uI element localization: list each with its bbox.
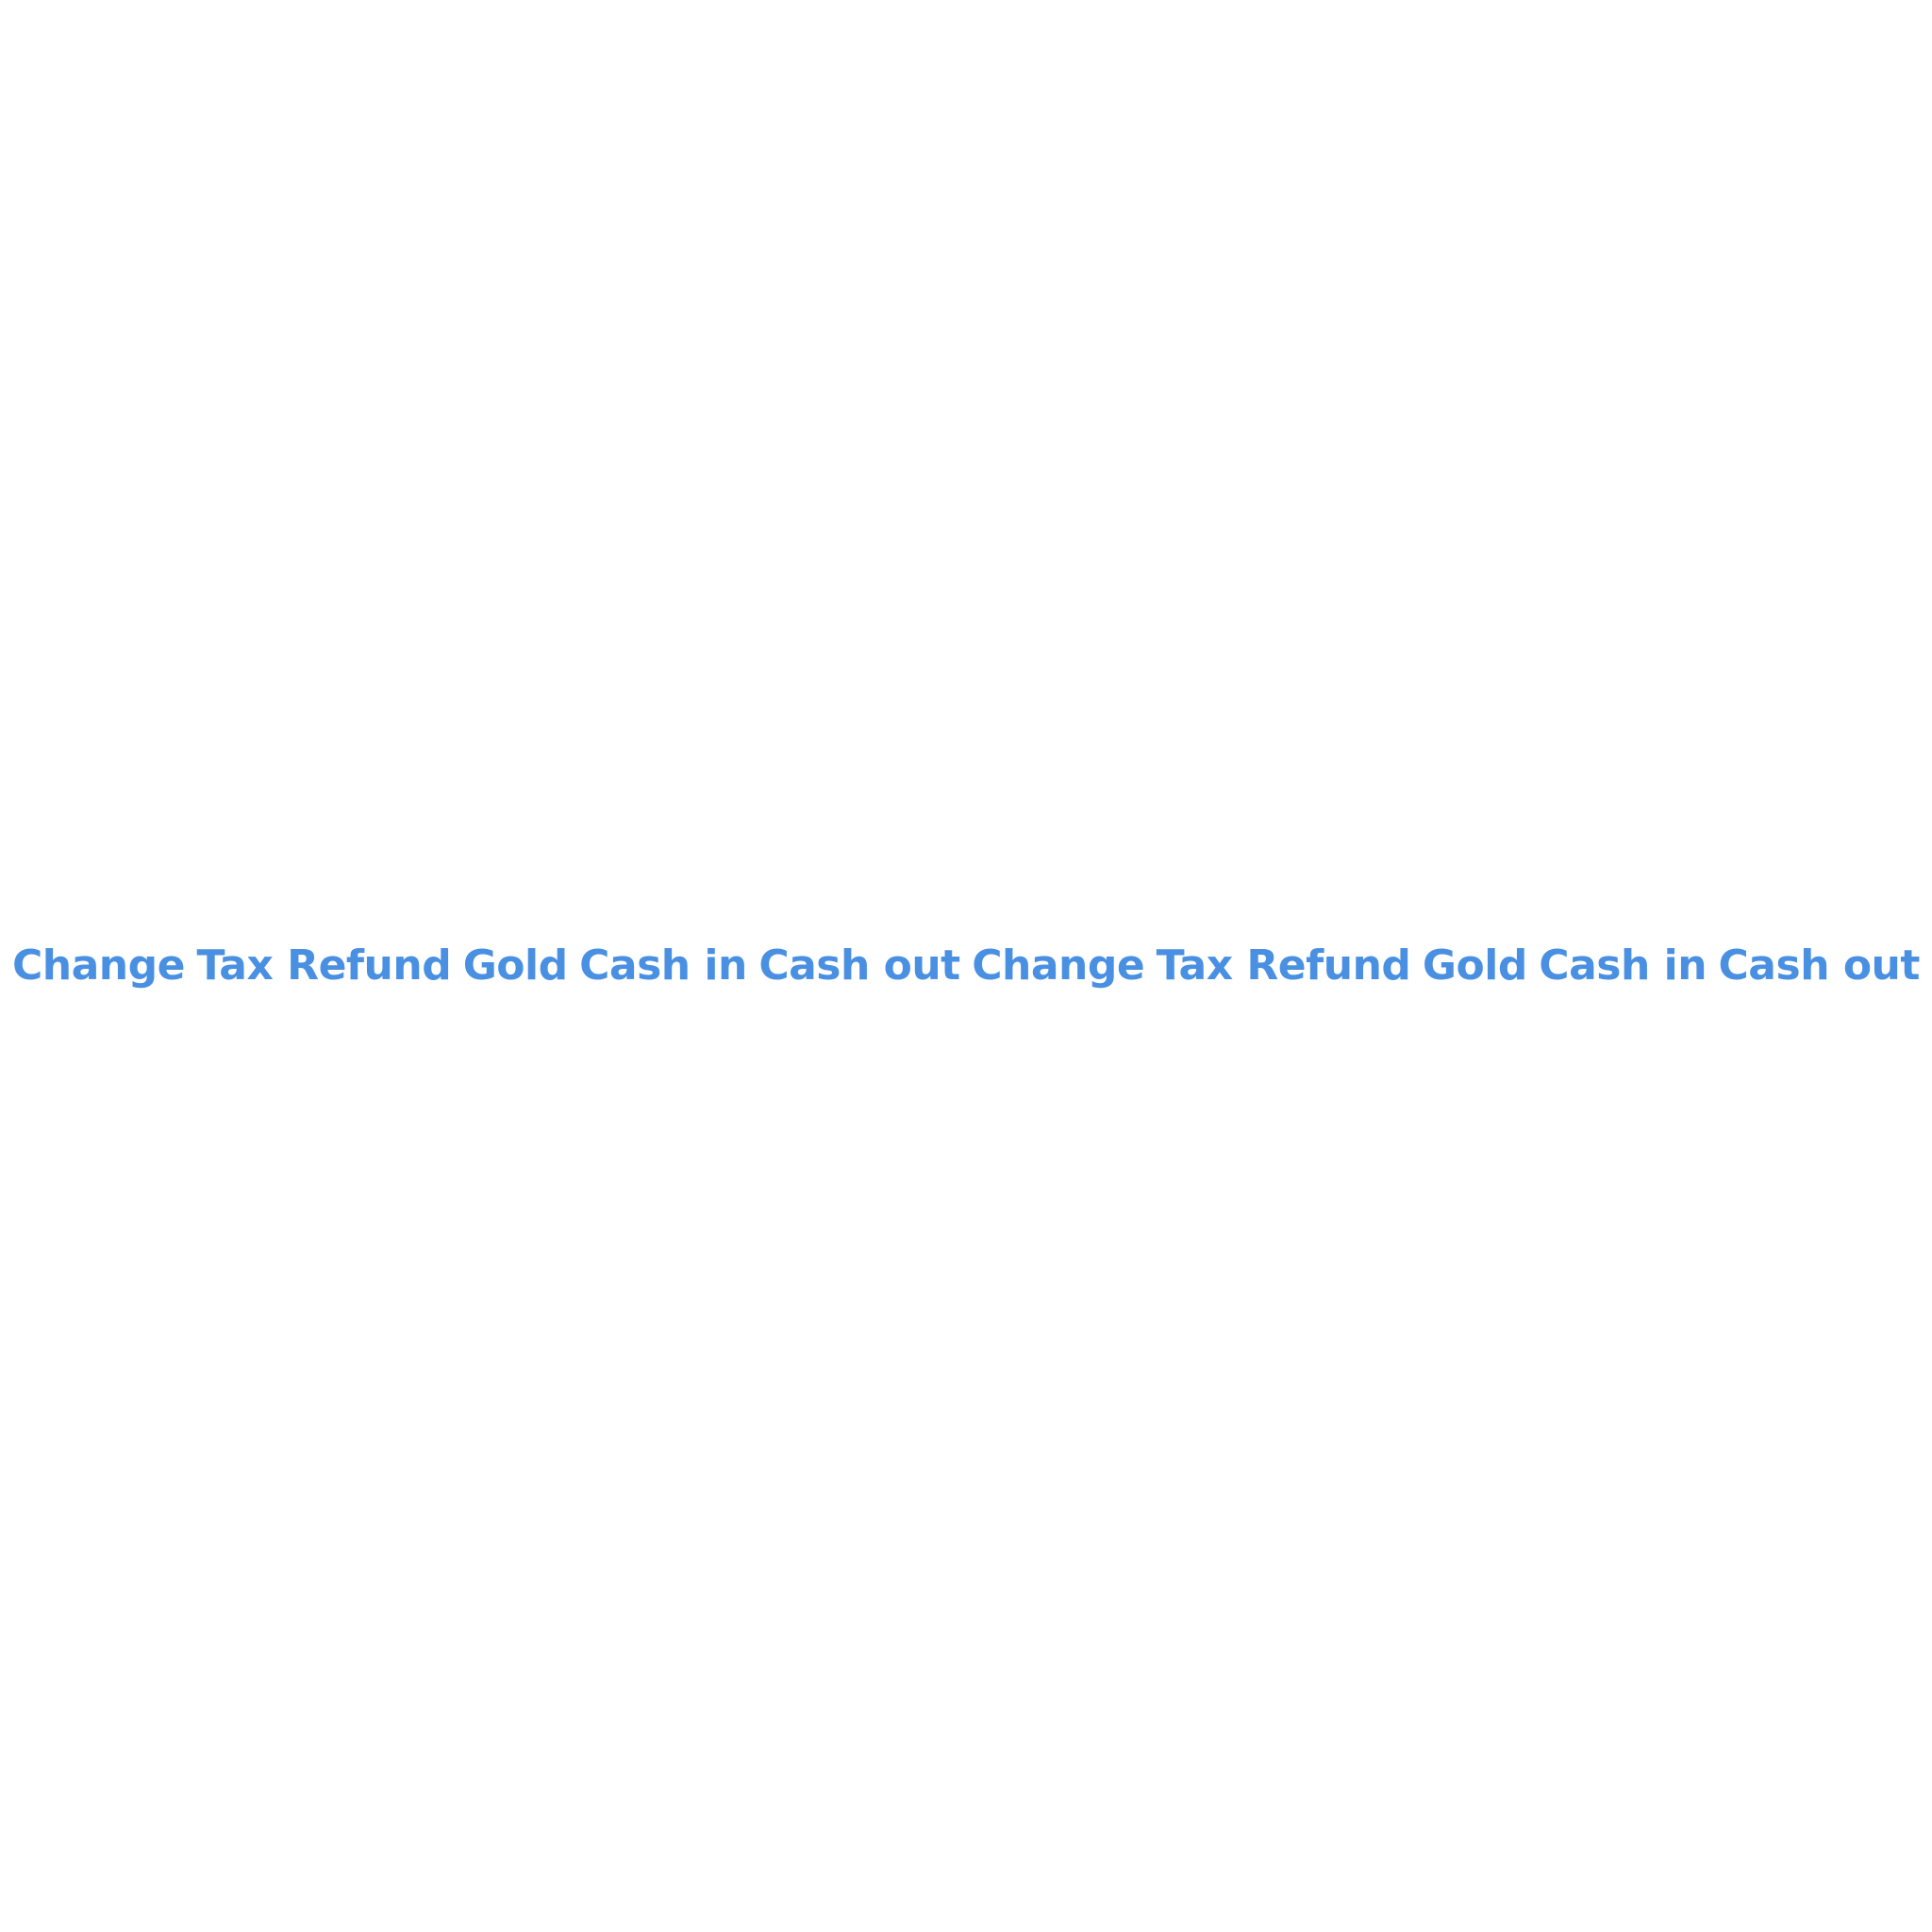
tag-tax-refund[interactable]: Tax Refund [196, 943, 451, 989]
tag-change[interactable]: Change [972, 943, 1144, 989]
tag-gold[interactable]: Gold [463, 943, 568, 989]
tag-cash-in[interactable]: Cash in [579, 943, 747, 989]
tag-cash-out[interactable]: Cash out [758, 943, 960, 989]
tag-cash-in[interactable]: Cash in [1539, 943, 1707, 989]
category-tag-strip: Change Tax Refund Gold Cash in Cash out … [0, 943, 1932, 989]
tag-change[interactable]: Change [12, 943, 185, 989]
tag-gold[interactable]: Gold [1423, 943, 1527, 989]
tag-cash-out[interactable]: Cash out [1719, 943, 1921, 989]
tag-tax-refund[interactable]: Tax Refund [1157, 943, 1411, 989]
